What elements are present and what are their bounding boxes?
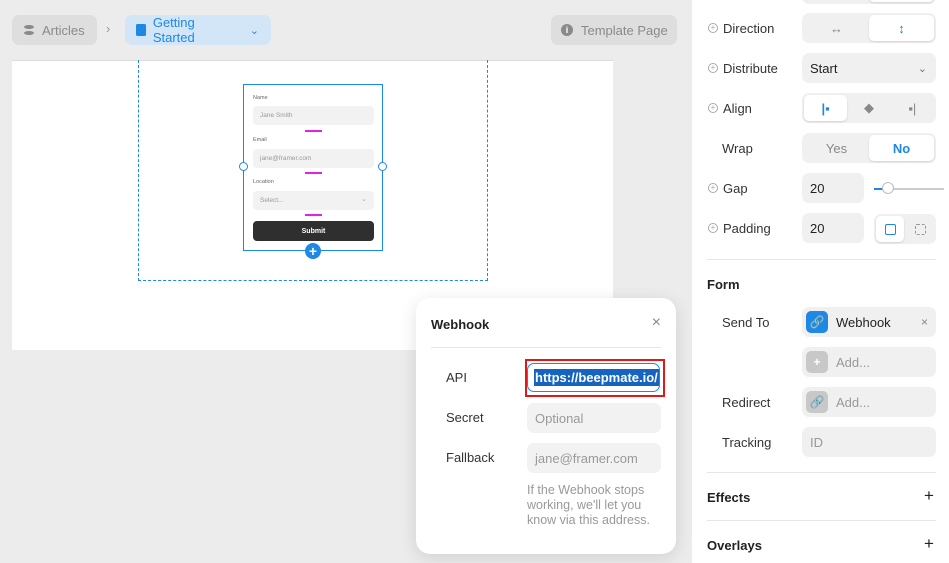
form-field-label: Email [253,137,267,143]
direction-vertical-icon[interactable]: ↕ [869,15,934,41]
webhook-popover: Webhook × API Secret Optional Fallback j… [416,298,676,554]
add-overlay-icon[interactable]: + [924,534,934,554]
divider [707,520,936,521]
align-row: + Align |▪ ◆ ▪| [692,93,949,123]
direction-horizontal-icon[interactable]: ↔ [804,15,869,41]
add-icon[interactable]: + [708,103,718,113]
form-field-label: Name [253,95,268,101]
form-location-select[interactable]: Select... ⌄ [253,191,374,210]
tracking-label: Tracking [722,435,772,450]
add-icon[interactable]: + [708,23,718,33]
direction-label: Direction [723,20,775,36]
add-destination-button[interactable]: + Add... [802,347,936,377]
fallback-help-text: If the Webhook stops working, we'll let … [527,483,650,527]
wrap-no-button[interactable]: No [869,135,934,161]
wrap-label: Wrap [722,140,753,156]
database-icon [23,24,35,36]
distribute-row: + Distribute Start ⌄ [692,53,949,83]
add-element-icon[interactable]: + [305,243,321,259]
padding-individual-button[interactable] [906,216,934,242]
api-url-input[interactable]: https://beepmate.io/ [527,363,660,392]
form-name-input[interactable]: Jane Smith [253,106,374,125]
properties-panel: + Direction ↔ ↕ + Distribute Start ⌄ + Alig… [692,0,949,563]
info-icon: i [561,24,573,36]
chevron-down-icon: ⌄ [249,24,259,37]
resize-handle-left[interactable] [239,162,248,171]
padding-uniform-button[interactable] [876,216,904,242]
form-field-label: Location [253,179,274,185]
add-icon[interactable]: + [708,183,718,193]
chevron-down-icon: ⌄ [361,196,367,203]
direction-toggle: ↔ ↕ [802,13,936,43]
link-icon: 🔗 [806,311,828,333]
fallback-email-input[interactable]: jane@framer.com [527,443,661,473]
plus-icon: + [806,351,828,373]
secret-input[interactable]: Optional [527,403,661,433]
form-email-input[interactable]: jane@framer.com [253,149,374,168]
send-to-value: Webhook [836,314,891,330]
divider [431,347,661,348]
form-submit-button[interactable]: Submit [253,221,374,241]
divider [707,472,936,473]
wrap-yes-button[interactable]: Yes [804,135,869,161]
breadcrumb-articles-label: Articles [42,22,85,38]
add-icon[interactable]: + [708,63,718,73]
wrap-row: Wrap Yes No [692,133,949,163]
template-page-button[interactable]: i Template Page [551,15,677,45]
gap-marker [305,214,322,216]
add-effect-icon[interactable]: + [924,486,934,506]
chevron-down-icon: ⌄ [917,62,927,75]
effects-section-title[interactable]: Effects [707,490,750,505]
dashed-square-icon [914,223,926,235]
gap-label: Gap [723,180,748,196]
wrap-toggle: Yes No [802,133,936,163]
form-component[interactable]: Name Jane Smith Email jane@framer.com Lo… [243,84,383,251]
api-url-selected-text: https://beepmate.io/ [534,369,659,386]
link-icon: 🔗 [806,391,828,413]
gap-input[interactable]: 20 [802,173,864,203]
overlays-section-title[interactable]: Overlays [707,538,762,553]
breadcrumb-articles[interactable]: Articles [12,15,97,45]
distribute-label: Distribute [723,60,778,76]
fallback-label: Fallback [446,450,495,465]
api-label: API [446,370,467,385]
divider [707,259,936,260]
close-icon[interactable]: × [652,314,661,332]
redirect-label: Redirect [722,395,771,410]
breadcrumb-separator: › [106,21,111,36]
distribute-value: Start [810,60,838,76]
align-end-icon[interactable]: ▪| [891,95,934,121]
align-label: Align [723,100,752,116]
align-toggle: |▪ ◆ ▪| [802,93,936,123]
secret-label: Secret [446,410,484,425]
tracking-id-input[interactable]: ID [802,427,936,457]
template-page-label: Template Page [581,22,668,38]
popover-title: Webhook [431,317,490,332]
redirect-add-button[interactable]: 🔗 Add... [802,387,936,417]
align-start-icon[interactable]: |▪ [804,95,848,121]
direction-row: + Direction ↔ ↕ [692,13,949,43]
remove-icon[interactable]: × [921,315,928,329]
redirect-add-label: Add... [836,394,870,410]
padding-mode-toggle [874,214,936,244]
gap-marker [305,130,322,132]
add-destination-label: Add... [836,354,870,370]
gap-slider-knob[interactable] [882,182,894,194]
gap-marker [305,172,322,174]
cut-off-control [802,0,936,4]
page-icon [136,24,146,36]
add-icon[interactable]: + [708,223,718,233]
breadcrumb-current-label: Getting Started [152,15,195,45]
send-to-webhook-chip[interactable]: 🔗 Webhook × [802,307,936,337]
send-to-label: Send To [722,315,770,330]
square-icon [884,223,896,235]
resize-handle-right[interactable] [378,162,387,171]
form-location-placeholder: Select... [260,197,284,204]
breadcrumb-getting-started[interactable]: Getting Started ⌄ [125,15,271,45]
form-section-title: Form [707,277,740,292]
padding-input[interactable]: 20 [802,213,864,243]
distribute-select[interactable]: Start ⌄ [802,53,936,83]
align-center-icon[interactable]: ◆ [847,95,890,121]
padding-label: Padding [723,220,771,236]
